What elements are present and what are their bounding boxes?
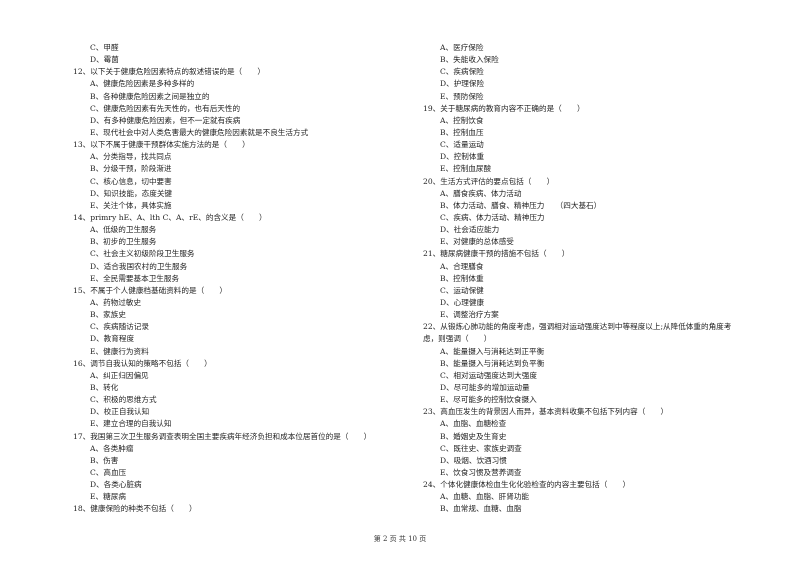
answer-option: E、调整治疗方案: [440, 310, 499, 320]
answer-option: E、现代社会中对人类危害最大的健康危险因素就是不良生活方式: [90, 127, 309, 137]
question-stem: 16、调节自我认知的策略不包括（ ）: [73, 358, 212, 368]
answer-option: E、建立合理的自我认知: [90, 419, 172, 429]
question-stem: 23、高血压发生的背景因人而异，基本资料收集不包括下列内容（ ）: [423, 407, 669, 417]
answer-option: D、知识技能，态度关键: [90, 188, 173, 198]
page-footer: 第 2 页 共 10 页: [373, 535, 427, 543]
answer-option: E、糖尿病: [90, 492, 126, 502]
answer-option: D、吸烟、饮酒习惯: [440, 455, 507, 465]
answer-option: A、控制饮食: [440, 115, 484, 125]
answer-option: C、疾病、体力活动、精神压力: [440, 212, 545, 222]
answer-option: D、适合我国农村的卫生服务: [90, 261, 188, 271]
answer-option: C、疾病保险: [440, 67, 484, 77]
answer-option: B、控制体重: [440, 273, 484, 283]
answer-option: C、相对运动强度达到大强度: [440, 370, 537, 380]
answer-option: A、健康危险因素是多种多样的: [90, 79, 195, 89]
answer-option: A、血脂、血糖检查: [440, 419, 507, 429]
answer-option: B、分级干预，阶段渐进: [90, 164, 172, 174]
answer-option: D、各类心脏病: [90, 480, 142, 490]
answer-option: A、血糖、血脂、肝肾功能: [440, 492, 530, 502]
answer-option: C、核心信息，切中要害: [90, 176, 172, 186]
answer-option: E、全民需要基本卫生服务: [90, 273, 180, 283]
answer-option: D、尽可能多的增加运动量: [440, 382, 530, 392]
answer-option: B、伤害: [90, 455, 119, 465]
answer-option: C、甲醛: [90, 43, 119, 52]
answer-option: D、霉菌: [90, 55, 119, 65]
answer-option: B、能量摄入与消耗达到负平衡: [440, 358, 545, 368]
answer-option: D、社会适应能力: [440, 225, 500, 235]
answer-option: D、护理保险: [440, 79, 485, 89]
answer-option: A、合理膳食: [440, 261, 484, 271]
answer-option: C、既往史、家族史调查: [440, 443, 522, 453]
answer-option: A、分类指导，找共同点: [90, 152, 172, 162]
answer-option: A、纠正归因偏见: [90, 370, 149, 380]
answer-option: D、教育程度: [90, 334, 135, 344]
question-stem: 15、不属于个人健康档基础资料的是（ ）: [73, 285, 227, 295]
answer-option: B、血常规、血糖、血脂: [440, 504, 522, 514]
question-stem: 虑，则强调（ ）: [423, 334, 492, 344]
question-stem: 18、健康保险的种类不包括（ ）: [73, 504, 197, 514]
question-stem: 14、primry hE、A、lth C、A、rE、的含义是（ ）: [73, 212, 267, 222]
answer-option: E、尽可能多的控制饮食摄入: [440, 395, 537, 405]
answer-option: B、各种健康危险因素之间是独立的: [90, 91, 210, 101]
answer-option: D、心理健康: [440, 297, 485, 307]
answer-option: D、校正自我认知: [90, 407, 150, 417]
answer-option: A、能量摄入与消耗达到正平衡: [440, 346, 545, 356]
answer-option: B、体力活动、膳食、精神压力 （四大基石）: [440, 200, 602, 210]
question-stem: 19、关于糖尿病的教育内容不正确的是（ ）: [423, 103, 585, 113]
right-column: A、医疗保险 B、失能收入保险 C、疾病保险 D、护理保险 E、预防保险 19、关于糖尿病…: [423, 42, 783, 515]
answer-option: E、健康行为资料: [90, 346, 149, 356]
question-stem: 21、糖尿病健康干预的措施不包括（ ）: [423, 249, 570, 259]
answer-option: B、控制血压: [440, 127, 484, 137]
question-stem: 24、个体化健康体检血生化化验检查的内容主要包括（ ）: [423, 480, 631, 490]
question-stem: 13、以下不属于健康干预群体实施方法的是（ ）: [73, 140, 250, 150]
answer-option: A、药物过敏史: [90, 297, 142, 307]
answer-option: C、健康危险因素有先天性的，也有后天性的: [90, 103, 241, 113]
question-stem: 22、从锻炼心肺功能的角度考虑，强调相对运动强度达到中等程度以上;从降低体重的角…: [423, 322, 732, 332]
answer-option: D、控制体重: [440, 152, 485, 162]
answer-option: C、适量运动: [440, 140, 484, 150]
answer-option: D、有多种健康危险因素，但不一定就有疾病: [90, 115, 241, 125]
question-stem: 17、我国第三次卫生服务调查表明全国主要疾病年经济负担和成本位居首位的是（ ）: [73, 431, 372, 441]
answer-option: E、饮食习惯及营养调查: [440, 467, 522, 477]
answer-option: C、运动保健: [440, 285, 484, 295]
question-stem: 20、生活方式评估的要点包括（ ）: [423, 176, 555, 186]
question-stem: 12、以下关于健康危险因素特点的叙述错误的是（ ）: [73, 67, 265, 77]
answer-option: E、预防保险: [440, 91, 484, 101]
answer-option: E、关注个体，具体实施: [90, 200, 172, 210]
answer-option: B、失能收入保险: [440, 55, 499, 65]
answer-option: C、社会主义初级阶段卫生服务: [90, 249, 195, 259]
answer-option: E、控制血尿酸: [440, 164, 492, 174]
answer-option: C、疾病随访记录: [90, 322, 149, 332]
answer-option: B、婚姻史及生育史: [440, 431, 507, 441]
answer-option: A、医疗保险: [440, 43, 484, 52]
answer-option: E、对健康的总体感受: [440, 237, 514, 247]
answer-option: A、各类肿瘤: [90, 443, 134, 453]
answer-option: B、转化: [90, 382, 119, 392]
answer-option: C、积极的思维方式: [90, 395, 157, 405]
left-column: C、甲醛 D、霉菌 12、以下关于健康危险因素特点的叙述错误的是（ ） A、健康危险因…: [73, 42, 413, 515]
answer-option: B、初步的卫生服务: [90, 237, 157, 247]
answer-option: B、家族史: [90, 310, 126, 320]
answer-option: A、膳食疾病、体力活动: [440, 188, 522, 198]
answer-option: A、低级的卫生服务: [90, 225, 157, 235]
answer-option: C、高血压: [90, 467, 127, 477]
